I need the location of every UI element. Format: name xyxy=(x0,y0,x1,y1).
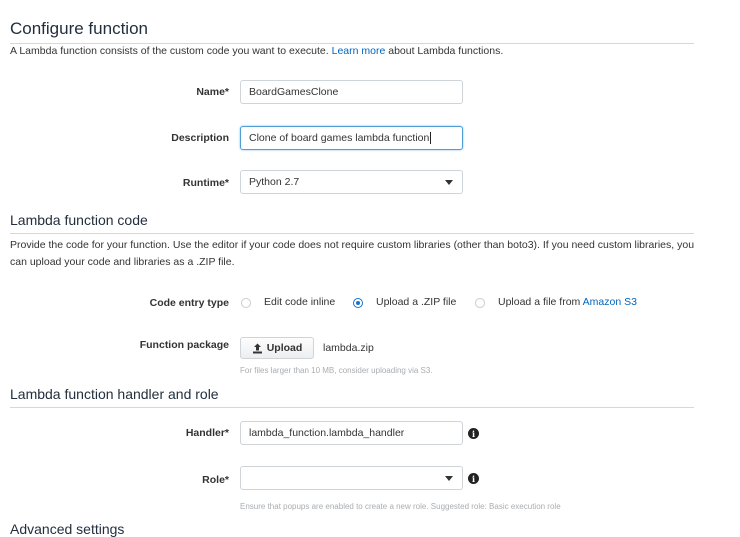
description-label: Description xyxy=(171,132,229,144)
function-code-heading: Lambda function code xyxy=(10,212,148,228)
role-select[interactable] xyxy=(240,466,463,490)
info-icon[interactable]: i xyxy=(468,428,479,439)
description-value: Clone of board games lambda function xyxy=(249,132,430,144)
text-cursor xyxy=(430,132,432,144)
option-upload-zip-label[interactable]: Upload a .ZIP file xyxy=(376,296,456,308)
section-divider xyxy=(10,233,694,234)
upload-button[interactable]: Upload xyxy=(240,337,314,359)
upload-button-label: Upload xyxy=(266,342,303,354)
handler-role-heading: Lambda function handler and role xyxy=(10,386,219,402)
amazon-s3-link[interactable]: Amazon S3 xyxy=(583,296,637,308)
chevron-down-icon xyxy=(445,180,453,185)
name-label: Name* xyxy=(196,86,229,98)
runtime-select[interactable]: Python 2.7 xyxy=(240,170,463,194)
section-divider xyxy=(10,407,694,408)
intro-text-before: A Lambda function consists of the custom… xyxy=(10,45,329,57)
runtime-label: Runtime* xyxy=(182,177,229,189)
radio-edit-inline[interactable] xyxy=(241,298,251,308)
runtime-value: Python 2.7 xyxy=(249,176,300,188)
role-hint: Ensure that popups are enabled to create… xyxy=(240,502,561,511)
info-icon[interactable]: i xyxy=(468,473,479,484)
advanced-settings-heading[interactable]: Advanced settings xyxy=(10,521,124,537)
upload-icon xyxy=(252,343,262,353)
code-intro: Provide the code for your function. Use … xyxy=(10,239,695,268)
option-edit-inline-label[interactable]: Edit code inline xyxy=(264,296,335,308)
chevron-down-icon xyxy=(445,476,453,481)
role-label: Role* xyxy=(202,474,229,486)
option-upload-s3-label[interactable]: Upload a file from Amazon S3 xyxy=(498,296,637,308)
radio-upload-zip[interactable] xyxy=(353,298,363,308)
intro-text-after: about Lambda functions. xyxy=(388,45,504,57)
radio-upload-s3[interactable] xyxy=(475,298,485,308)
handler-input[interactable]: lambda_function.lambda_handler xyxy=(240,421,463,445)
configure-intro: A Lambda function consists of the custom… xyxy=(10,43,700,60)
handler-label: Handler* xyxy=(185,427,229,439)
uploaded-file-name: lambda.zip xyxy=(323,342,374,354)
name-input[interactable]: BoardGamesClone xyxy=(240,80,463,104)
configure-function-heading: Configure function xyxy=(10,19,148,38)
package-hint: For files larger than 10 MB, consider up… xyxy=(240,366,433,375)
code-entry-type-label: Code entry type xyxy=(149,297,229,309)
learn-more-link[interactable]: Learn more xyxy=(332,45,386,57)
description-input[interactable]: Clone of board games lambda function xyxy=(240,126,463,150)
function-package-label: Function package xyxy=(139,339,229,351)
option-upload-s3-text: Upload a file from xyxy=(498,296,581,308)
